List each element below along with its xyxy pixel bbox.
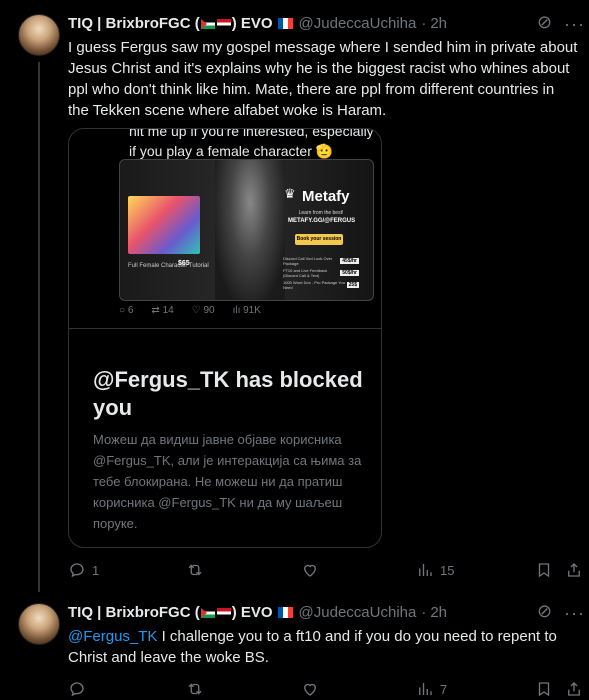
mention-link[interactable]: @Fergus_TK	[68, 628, 157, 645]
like-button[interactable]	[301, 561, 319, 579]
display-name[interactable]: TIQ | BrixbroFGC () EVO	[68, 604, 273, 621]
metafy-url: METAFY.GG/@FERGUS	[288, 218, 356, 224]
iraq-flag-icon	[216, 608, 231, 619]
price-row-label: FT10 and Live Feedback (Discord Call & T…	[283, 267, 328, 278]
quoted-reply-stat: ○ 6	[119, 305, 134, 316]
tweet-header: TIQ | BrixbroFGC () EVO @JudeccaUchiha ·…	[68, 604, 447, 621]
quoted-like-stat: ♡ 90	[191, 305, 215, 316]
repost-button[interactable]	[186, 680, 204, 698]
crown-icon: ♛	[284, 186, 296, 201]
quoted-reply-count: 6	[127, 305, 134, 316]
views-count: 15	[440, 562, 455, 578]
timestamp[interactable]: 2h	[430, 15, 447, 32]
blocked-body: Можеш да видиш јавне објаве корисника @F…	[93, 432, 362, 531]
views-icon	[419, 564, 432, 576]
grok-icon[interactable]: ⊘	[537, 601, 552, 622]
share-button[interactable]	[565, 561, 583, 579]
learn-from-text: Learn from the best!	[298, 210, 344, 216]
separator-dot: ·	[421, 604, 427, 621]
views-button[interactable]: 15	[416, 561, 454, 579]
quoted-repost-count: 14	[162, 305, 174, 316]
like-button[interactable]	[301, 680, 319, 698]
repost-button[interactable]	[186, 561, 204, 579]
reply-icon	[70, 682, 84, 697]
reply-icon	[70, 563, 84, 578]
quoted-view-stat: ılı 91K	[232, 305, 261, 316]
reply-button[interactable]: 1	[68, 561, 99, 579]
timestamp[interactable]: 2h	[430, 604, 447, 621]
quoted-tweet[interactable]: hit me up if you're interested, especial…	[68, 128, 382, 548]
book-session-button: Book your session	[295, 234, 343, 245]
views-button[interactable]: 7	[416, 680, 447, 698]
quoted-view-count: 91K	[243, 305, 261, 316]
bookmark-button[interactable]	[535, 680, 553, 698]
france-flag-icon	[277, 18, 293, 29]
price-row-label: 1000 Word Doc - Pro Package You Need	[283, 279, 345, 290]
avatar[interactable]	[18, 14, 60, 56]
share-icon	[568, 682, 580, 696]
heart-icon	[304, 683, 316, 696]
price-row: FT10 and Live Feedback (Discord Call & T…	[283, 267, 359, 278]
handle[interactable]: @JudeccaUchiha	[299, 604, 417, 621]
blocked-title: @Fergus_TK has blocked you	[93, 367, 363, 420]
quoted-text-line-2: if you play a female character 🫡	[129, 143, 334, 159]
quoted-like-count: 90	[203, 305, 215, 316]
palestine-flag-icon	[200, 608, 215, 619]
share-button[interactable]	[565, 680, 583, 698]
display-name[interactable]: TIQ | BrixbroFGC () EVO	[68, 15, 273, 32]
price-row-value: 50$/hr	[340, 269, 359, 276]
views-count: 7	[440, 681, 448, 697]
tweet-actions: 1 15	[68, 561, 583, 581]
views-icon	[419, 683, 432, 695]
price-row: 1000 Word Doc - Pro Package You Need 25$	[283, 279, 359, 290]
quoted-repost-stat: ⇄ 14	[151, 305, 174, 316]
palestine-flag-icon	[200, 19, 215, 30]
tutorial-thumbnail	[128, 196, 200, 254]
avatar[interactable]	[18, 603, 60, 645]
repost-icon	[188, 683, 202, 695]
quoted-text-line-1: hit me up if you're interested, especial…	[129, 128, 374, 139]
iraq-flag-icon	[216, 19, 231, 30]
tweet-text: @Fergus_TK I challenge you to a ft10 and…	[68, 626, 578, 668]
share-icon	[568, 563, 580, 577]
price-row: Discord Call Vod Look Over Package 45$/hr	[283, 255, 359, 266]
more-icon[interactable]: ···	[564, 603, 585, 624]
price-row-value: 45$/hr	[340, 257, 359, 264]
separator-dot: ·	[421, 15, 427, 32]
divider	[69, 328, 381, 329]
promo-image[interactable]: Full Female Character Tutorial $65 ♛ Met…	[119, 159, 374, 301]
tutorial-price: $65	[178, 260, 190, 267]
tweet-header: TIQ | BrixbroFGC () EVO @JudeccaUchiha ·…	[68, 15, 447, 32]
heart-icon	[304, 564, 316, 577]
tweet-text: I guess Fergus saw my gospel message whe…	[68, 39, 578, 119]
price-row-label: Discord Call Vod Look Over Package	[283, 255, 333, 266]
quoted-stats: ○ 6 ⇄ 14 ♡ 90 ılı 91K	[119, 305, 359, 316]
grok-icon[interactable]: ⊘	[537, 12, 552, 33]
quoted-text: hit me up if you're interested, especial…	[129, 128, 379, 161]
bookmark-button[interactable]	[535, 561, 553, 579]
more-icon[interactable]: ···	[564, 14, 585, 35]
repost-icon	[188, 564, 202, 576]
france-flag-icon	[277, 607, 293, 618]
tutorial-title: Full Female Character Tutorial	[128, 263, 209, 269]
handle[interactable]: @JudeccaUchiha	[299, 15, 417, 32]
character-figure	[215, 160, 285, 300]
reply-count: 1	[92, 562, 100, 578]
bookmark-icon	[538, 563, 550, 578]
tweet-actions: 7	[68, 680, 583, 700]
reply-button[interactable]	[68, 680, 86, 698]
bookmark-icon	[538, 682, 550, 697]
metafy-logo: Metafy	[302, 188, 350, 205]
price-row-value: 25$	[346, 281, 359, 288]
thread-line	[38, 62, 40, 592]
